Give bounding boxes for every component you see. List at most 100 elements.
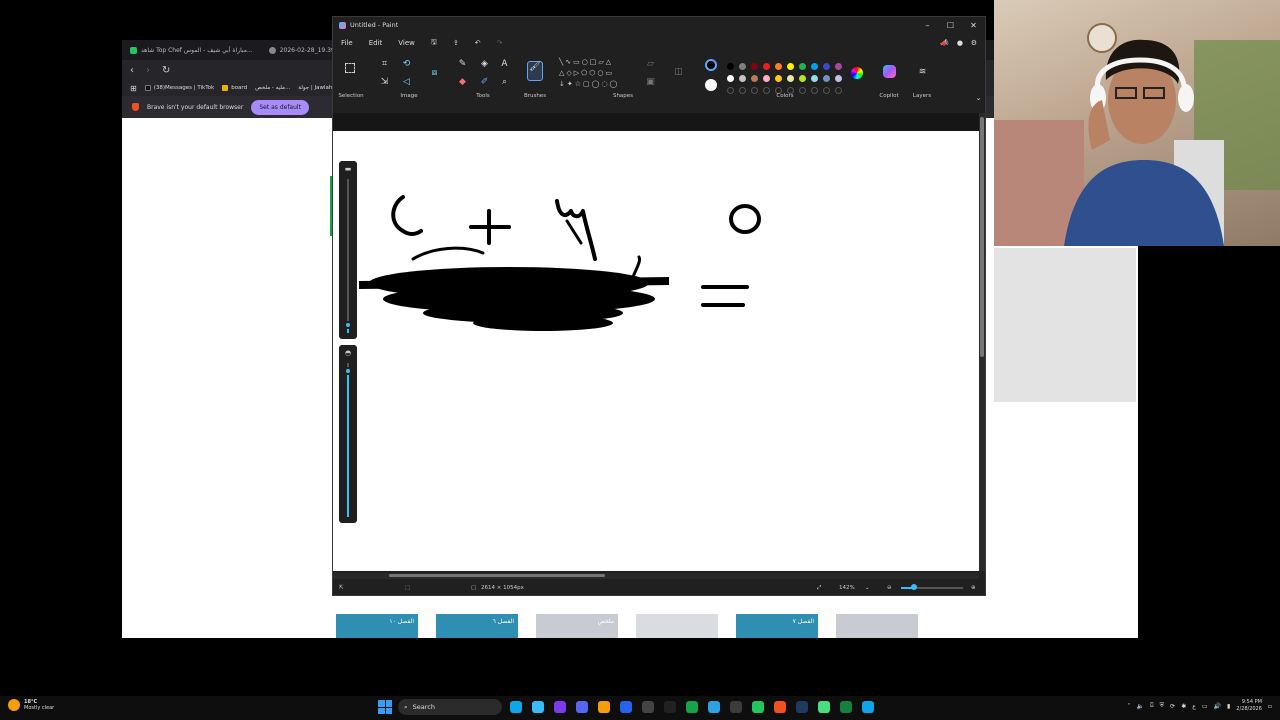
flip-icon[interactable]: ◁	[401, 77, 412, 88]
palette-color-swatch[interactable]	[811, 63, 818, 70]
rotate-icon[interactable]: ⟲	[401, 59, 412, 70]
empty-custom-swatch[interactable]	[799, 87, 806, 94]
palette-color-swatch[interactable]	[775, 75, 782, 82]
telegram-icon[interactable]	[706, 699, 722, 715]
shape-extra-icon[interactable]: ◫	[673, 67, 684, 78]
palette-color-swatch[interactable]	[799, 75, 806, 82]
layers-icon[interactable]: ≋	[917, 67, 928, 78]
bookmark-item[interactable]: (38)Messages | TikTok	[144, 85, 214, 91]
redo-icon[interactable]: ↷	[497, 39, 503, 47]
zoom-level[interactable]: 142%	[839, 585, 855, 591]
palette-color-swatch[interactable]	[775, 63, 782, 70]
magnifier-icon[interactable]: ⌕	[499, 77, 510, 88]
resize-icon[interactable]: ⇲	[379, 77, 390, 88]
fill-shape-icon[interactable]: ▣	[645, 77, 656, 88]
palette-color-swatch[interactable]	[739, 63, 746, 70]
empty-custom-swatch[interactable]	[763, 87, 770, 94]
capcut-icon[interactable]	[662, 699, 678, 715]
shapes-gallery-icon[interactable]: ╲∿▭○□▱△ △◇▷⬠⬡○▭ ↓✦☆▢◯◌◯	[559, 57, 635, 91]
app-purple-icon[interactable]	[552, 699, 568, 715]
palette-color-swatch[interactable]	[787, 75, 794, 82]
drawing-canvas[interactable]	[333, 131, 979, 571]
zoom-out-icon[interactable]: ⊖	[887, 585, 892, 591]
notifications-icon[interactable]: ▫	[1268, 703, 1272, 710]
paint-icon[interactable]	[860, 699, 876, 715]
bluetooth-tray-icon[interactable]: ✱	[1181, 703, 1186, 710]
pencil-icon[interactable]: ✎	[457, 59, 468, 70]
edge-icon[interactable]	[508, 699, 524, 715]
palette-color-swatch[interactable]	[763, 75, 770, 82]
forward-icon[interactable]: ›	[146, 65, 150, 76]
page-thumbnail[interactable]: الفصل ١٠	[336, 614, 418, 638]
palette-color-swatch[interactable]	[739, 75, 746, 82]
brush-icon[interactable]: 🖌	[527, 61, 543, 81]
eraser-icon[interactable]: ◆	[457, 77, 468, 88]
pen-icon[interactable]	[618, 699, 634, 715]
minecraft-icon[interactable]	[816, 699, 832, 715]
save-icon[interactable]: 🖫	[431, 38, 437, 49]
brave-icon[interactable]	[772, 699, 788, 715]
crop-icon[interactable]: ⌗	[379, 59, 390, 70]
palette-color-swatch[interactable]	[727, 63, 734, 70]
brush-size-knob[interactable]	[344, 321, 352, 330]
palette-color-swatch[interactable]	[763, 63, 770, 70]
opacity-knob[interactable]	[344, 366, 352, 375]
color-picker-icon[interactable]: ✐	[479, 77, 490, 88]
steam-icon[interactable]	[794, 699, 810, 715]
apps-grid-icon[interactable]: ⊞	[130, 84, 137, 93]
brush-size-slider[interactable]: ▬	[339, 161, 357, 339]
palette-color-swatch[interactable]	[835, 75, 842, 82]
primary-color-swatch[interactable]	[705, 59, 717, 71]
network-icon[interactable]: ▭	[1202, 703, 1208, 710]
zoom-slider[interactable]	[901, 584, 963, 590]
fill-icon[interactable]: ◈	[479, 59, 490, 70]
usb-tray-icon[interactable]: ⌼	[1150, 702, 1154, 710]
feedback-icon[interactable]: 📣	[940, 39, 949, 47]
browser-tab[interactable]: شاهد Top Chef مباراة أبي شيف - الموس...	[122, 41, 261, 59]
menu-edit[interactable]: Edit	[369, 39, 383, 47]
palette-color-swatch[interactable]	[823, 63, 830, 70]
account-icon[interactable]: ●	[957, 39, 963, 47]
battery-icon[interactable]: ▮	[1227, 703, 1230, 710]
edit-colors-icon[interactable]	[851, 67, 863, 79]
palette-color-swatch[interactable]	[811, 75, 818, 82]
vertical-scrollbar[interactable]	[979, 113, 985, 571]
security-tray-icon[interactable]: ⛨	[1160, 702, 1165, 710]
zoom-in-icon[interactable]: ⊕	[971, 585, 976, 591]
app-dark-icon[interactable]	[640, 699, 656, 715]
share-icon[interactable]: ⇪	[453, 39, 459, 47]
maximize-button[interactable]: ☐	[939, 17, 962, 33]
empty-custom-swatch[interactable]	[751, 87, 758, 94]
chrome-icon[interactable]	[750, 699, 766, 715]
palette-color-swatch[interactable]	[823, 75, 830, 82]
zoom-dropdown-icon[interactable]: ⌄	[865, 585, 870, 591]
back-icon[interactable]: ‹	[130, 65, 134, 76]
palette-color-swatch[interactable]	[835, 63, 842, 70]
opacity-slider[interactable]: ◓	[339, 345, 357, 523]
xbox-icon[interactable]	[684, 699, 700, 715]
copilot-icon[interactable]	[883, 65, 896, 78]
set-default-button[interactable]: Set as default	[251, 99, 309, 115]
folder-icon[interactable]	[596, 699, 612, 715]
file-explorer-icon[interactable]	[530, 699, 546, 715]
outline-icon[interactable]: ▱	[645, 59, 656, 70]
sync-tray-icon[interactable]: ⟳	[1170, 703, 1175, 710]
page-thumbnail[interactable]: ملخص	[536, 614, 618, 638]
empty-custom-swatch[interactable]	[727, 87, 734, 94]
app-green-icon[interactable]	[838, 699, 854, 715]
page-thumbnail[interactable]	[836, 614, 918, 638]
palette-color-swatch[interactable]	[799, 63, 806, 70]
weather-widget[interactable]: 18°C Mostly clear	[8, 699, 54, 711]
selection-tool-icon[interactable]	[345, 63, 355, 73]
minimize-button[interactable]: –	[916, 17, 939, 33]
bookmark-item[interactable]: board	[222, 85, 247, 91]
palette-color-swatch[interactable]	[787, 63, 794, 70]
fit-to-window-icon[interactable]: ⤢	[817, 585, 821, 592]
tray-chevron-icon[interactable]: ˄	[1128, 703, 1131, 710]
search-box[interactable]: ⌕ Search	[398, 699, 502, 715]
obs-icon[interactable]	[728, 699, 744, 715]
chevron-down-icon[interactable]: ⌄	[973, 93, 984, 104]
text-icon[interactable]: A	[499, 59, 510, 70]
language-indicator[interactable]: ع	[1192, 703, 1196, 710]
empty-custom-swatch[interactable]	[823, 87, 830, 94]
